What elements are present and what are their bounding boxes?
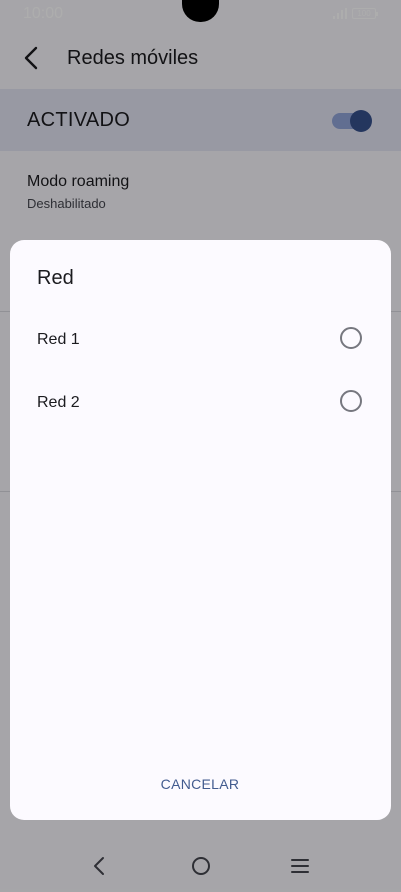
screen: 10:00 100 Redes móviles ACTIVADO Modo ro…	[0, 0, 401, 892]
cancel-button[interactable]: CANCELAR	[150, 770, 250, 798]
option-label: Red 2	[37, 394, 80, 411]
option-label: Red 1	[37, 331, 80, 348]
network-dialog: Red Red 1 Red 2 CANCELAR	[10, 240, 391, 820]
radio-button[interactable]	[340, 390, 362, 412]
option-red-1[interactable]: Red 1	[10, 312, 391, 372]
option-red-2[interactable]: Red 2	[10, 375, 391, 435]
dialog-title: Red	[37, 267, 74, 289]
radio-button[interactable]	[340, 327, 362, 349]
